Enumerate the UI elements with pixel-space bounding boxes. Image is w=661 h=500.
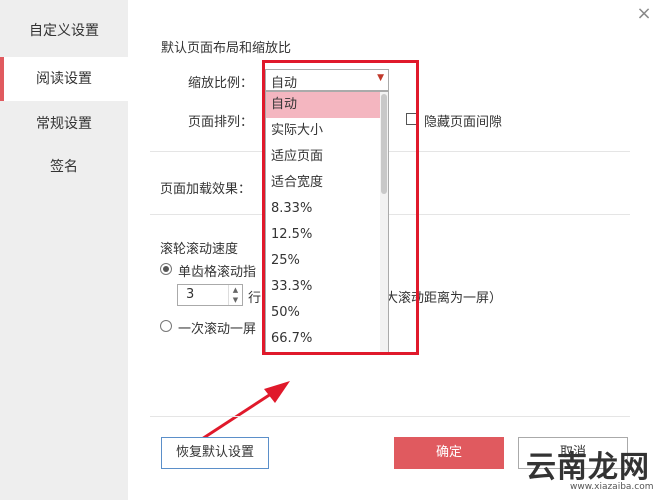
watermark-text: 云南龙网	[526, 450, 650, 485]
watermark-url: www.xiazaiba.com	[570, 482, 654, 492]
ok-button[interactable]: 确定	[394, 437, 504, 469]
annotation-arrow-icon	[181, 381, 290, 454]
restore-defaults-button[interactable]: 恢复默认设置	[161, 437, 269, 469]
divider	[150, 416, 630, 417]
watermark-logo: 云南龙网 www.xiazaiba.com	[520, 436, 658, 498]
